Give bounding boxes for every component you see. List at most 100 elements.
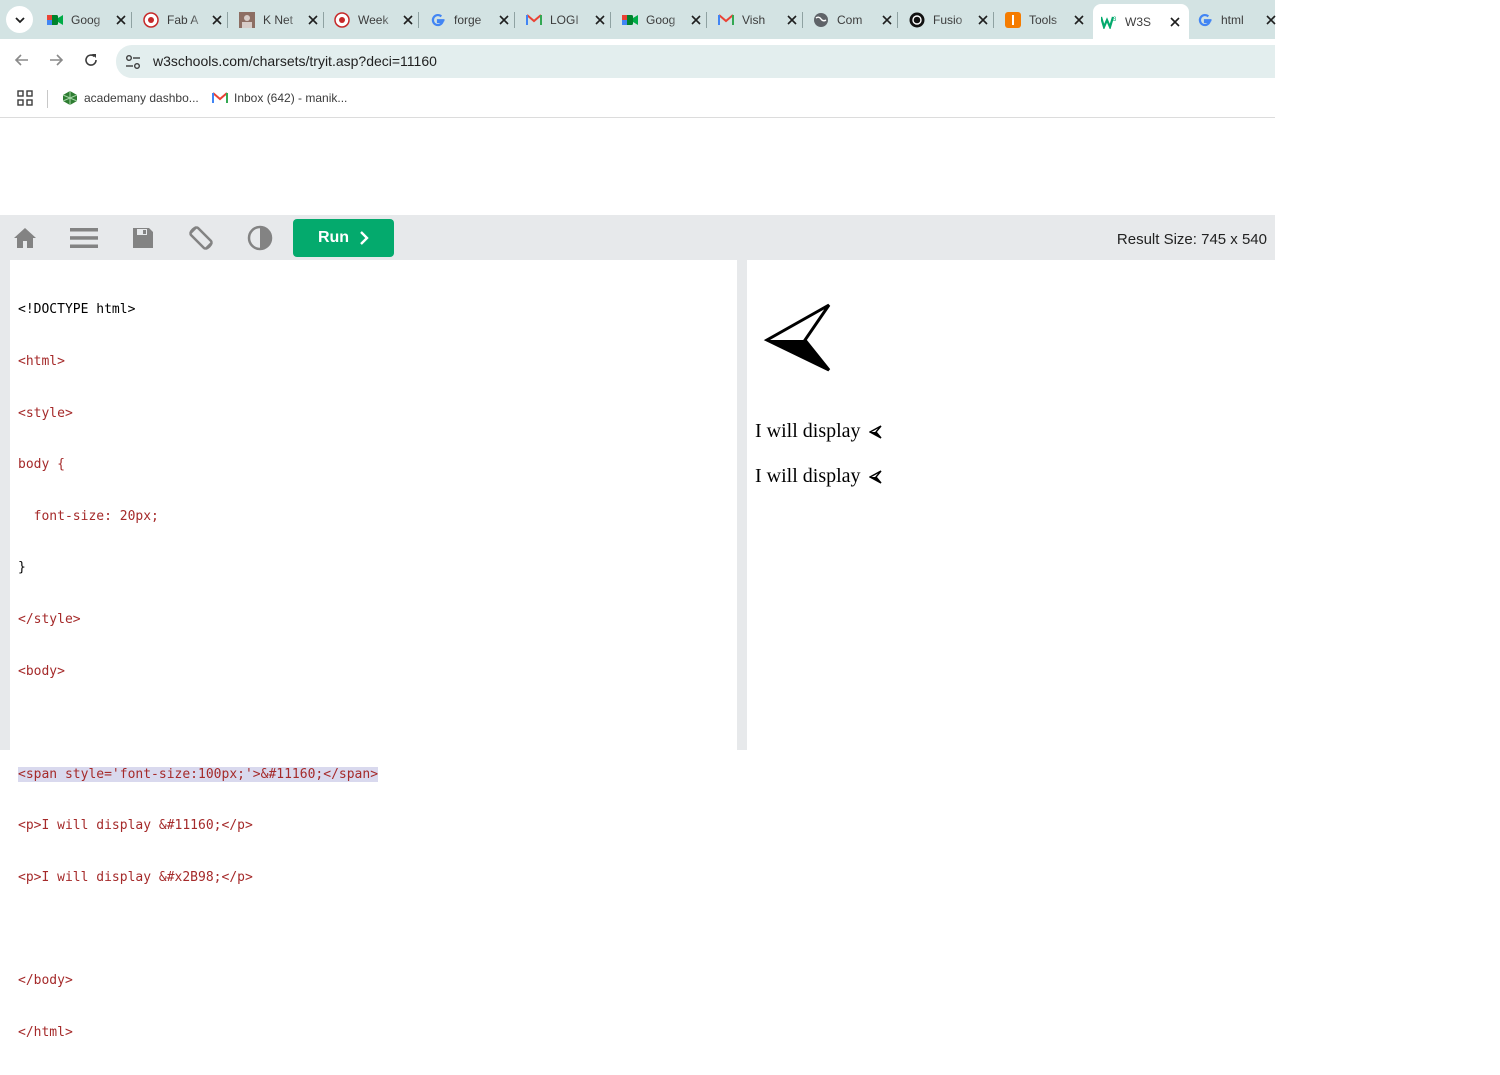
tab[interactable]: Goog bbox=[39, 4, 135, 35]
address-bar[interactable]: w3schools.com/charsets/tryit.asp?deci=11… bbox=[116, 45, 1275, 78]
code-editor[interactable]: <!DOCTYPE html> <html> <style> body { fo… bbox=[0, 260, 737, 1040]
arrowhead-glyph bbox=[868, 424, 882, 439]
rotate-button[interactable] bbox=[186, 223, 216, 253]
code-line[interactable]: font-size: 20px; bbox=[18, 508, 378, 525]
tab[interactable]: Vish bbox=[710, 4, 806, 35]
bookmark-academany[interactable]: academany dashbo... bbox=[62, 90, 199, 106]
tab-title: LOGI bbox=[550, 12, 579, 27]
bookmarks-bar: academany dashbo... Inbox (642) - manik.… bbox=[0, 80, 1275, 118]
rotate-screen-icon bbox=[189, 226, 213, 250]
tab[interactable]: Goog bbox=[614, 4, 710, 35]
result-text: I will display bbox=[755, 420, 861, 442]
tab-search-button[interactable] bbox=[6, 6, 33, 33]
tab[interactable]: Week bbox=[326, 4, 422, 35]
code-line[interactable]: body { bbox=[18, 456, 378, 473]
code-line[interactable]: </style> bbox=[18, 611, 378, 628]
chevron-right-icon bbox=[360, 231, 369, 245]
close-icon[interactable] bbox=[784, 12, 800, 28]
tab-separator bbox=[514, 12, 515, 28]
tab-title: Goog bbox=[646, 12, 676, 27]
chevron-down-icon bbox=[14, 16, 25, 23]
close-icon[interactable] bbox=[113, 12, 129, 28]
site-settings-icon[interactable] bbox=[124, 53, 142, 71]
code-line[interactable]: <body> bbox=[18, 663, 378, 680]
tab-separator bbox=[323, 12, 324, 28]
apps-button[interactable] bbox=[17, 90, 33, 106]
tab[interactable]: forge bbox=[422, 4, 518, 35]
tab-title: Week bbox=[358, 12, 389, 27]
tab-title: Goog bbox=[71, 12, 101, 27]
code-line[interactable] bbox=[18, 714, 378, 731]
menu-button[interactable] bbox=[69, 223, 99, 253]
run-button[interactable]: Run bbox=[293, 219, 394, 257]
code-line[interactable]: <style> bbox=[18, 405, 378, 422]
code-line[interactable] bbox=[18, 921, 378, 938]
tab-title: forge bbox=[454, 12, 482, 27]
close-icon[interactable] bbox=[688, 12, 704, 28]
profile-photo-icon bbox=[239, 11, 255, 28]
theme-toggle-button[interactable] bbox=[245, 223, 275, 253]
tab-title: Tools bbox=[1029, 12, 1058, 27]
tab[interactable]: html bbox=[1189, 4, 1285, 35]
bookmark-inbox[interactable]: Inbox (642) - manik... bbox=[212, 90, 347, 106]
close-icon[interactable] bbox=[209, 12, 225, 28]
code-line[interactable]: </body> bbox=[18, 972, 378, 989]
tab-title: Com bbox=[837, 12, 863, 27]
tab-title: Vish bbox=[742, 12, 766, 27]
code-line[interactable]: } bbox=[18, 559, 378, 576]
code-line[interactable]: <p>I will display &#x2B98;</p> bbox=[18, 869, 378, 886]
close-icon[interactable] bbox=[400, 12, 416, 28]
save-icon bbox=[133, 228, 153, 248]
tab[interactable]: Com bbox=[805, 4, 901, 35]
tab[interactable]: K Net bbox=[231, 4, 327, 35]
bookmarks-divider bbox=[47, 90, 48, 108]
home-button[interactable] bbox=[10, 223, 40, 253]
code-line[interactable]: <html> bbox=[18, 353, 378, 370]
w3schools-icon: 3 bbox=[1101, 14, 1117, 30]
contrast-icon bbox=[247, 225, 273, 251]
tab[interactable]: Tools bbox=[997, 4, 1093, 35]
close-icon[interactable] bbox=[1071, 12, 1087, 28]
close-icon[interactable] bbox=[496, 12, 512, 28]
bookmark-label: academany dashbo... bbox=[84, 91, 199, 105]
tryit-toolbar: Run Result Size: 745 x 540 bbox=[0, 215, 1275, 260]
close-icon[interactable] bbox=[1263, 12, 1279, 28]
code-line[interactable]: <!DOCTYPE html> bbox=[18, 301, 378, 318]
tab[interactable]: Fab A bbox=[135, 4, 231, 35]
google-meet-icon bbox=[622, 12, 638, 28]
code-line[interactable]: <p>I will display &#11160;</p> bbox=[18, 817, 378, 834]
fab-academy-icon bbox=[143, 11, 159, 28]
home-icon bbox=[14, 228, 36, 248]
tab[interactable]: LOGI bbox=[518, 4, 614, 35]
tab-separator bbox=[131, 12, 132, 28]
result-paragraph: I will display bbox=[755, 420, 882, 443]
tab-title: Fab A bbox=[167, 12, 199, 27]
code-line[interactable]: </html> bbox=[18, 1024, 378, 1041]
result-paragraph: I will display bbox=[755, 465, 882, 488]
openai-icon bbox=[909, 12, 925, 28]
close-icon[interactable] bbox=[1167, 14, 1183, 30]
close-icon[interactable] bbox=[592, 12, 608, 28]
gmail-icon bbox=[718, 12, 734, 28]
forward-button[interactable] bbox=[42, 46, 70, 74]
forward-arrow-icon bbox=[50, 54, 64, 66]
code-content[interactable]: <!DOCTYPE html> <html> <style> body { fo… bbox=[18, 267, 379, 1075]
reload-icon bbox=[85, 54, 97, 66]
tab-separator bbox=[897, 12, 898, 28]
pane-resize-handle[interactable] bbox=[737, 260, 747, 750]
back-button[interactable] bbox=[8, 46, 36, 74]
academany-icon bbox=[62, 90, 78, 106]
tab-title: K Net bbox=[263, 12, 294, 27]
tab[interactable]: 3 W3S bbox=[1093, 4, 1189, 39]
reload-button[interactable] bbox=[77, 46, 105, 74]
code-line-selected[interactable]: <span style='font-size:100px;'>&#11160;<… bbox=[18, 766, 379, 783]
tab[interactable]: Fusio bbox=[901, 4, 997, 35]
close-icon[interactable] bbox=[879, 12, 895, 28]
save-button[interactable] bbox=[128, 223, 158, 253]
fab-academy-icon bbox=[334, 11, 350, 28]
url-text[interactable]: w3schools.com/charsets/tryit.asp?deci=11… bbox=[153, 53, 437, 69]
close-icon[interactable] bbox=[975, 12, 991, 28]
arrowhead-glyph-large bbox=[763, 303, 831, 372]
browser-toolbar: w3schools.com/charsets/tryit.asp?deci=11… bbox=[0, 39, 1275, 80]
close-icon[interactable] bbox=[305, 12, 321, 28]
